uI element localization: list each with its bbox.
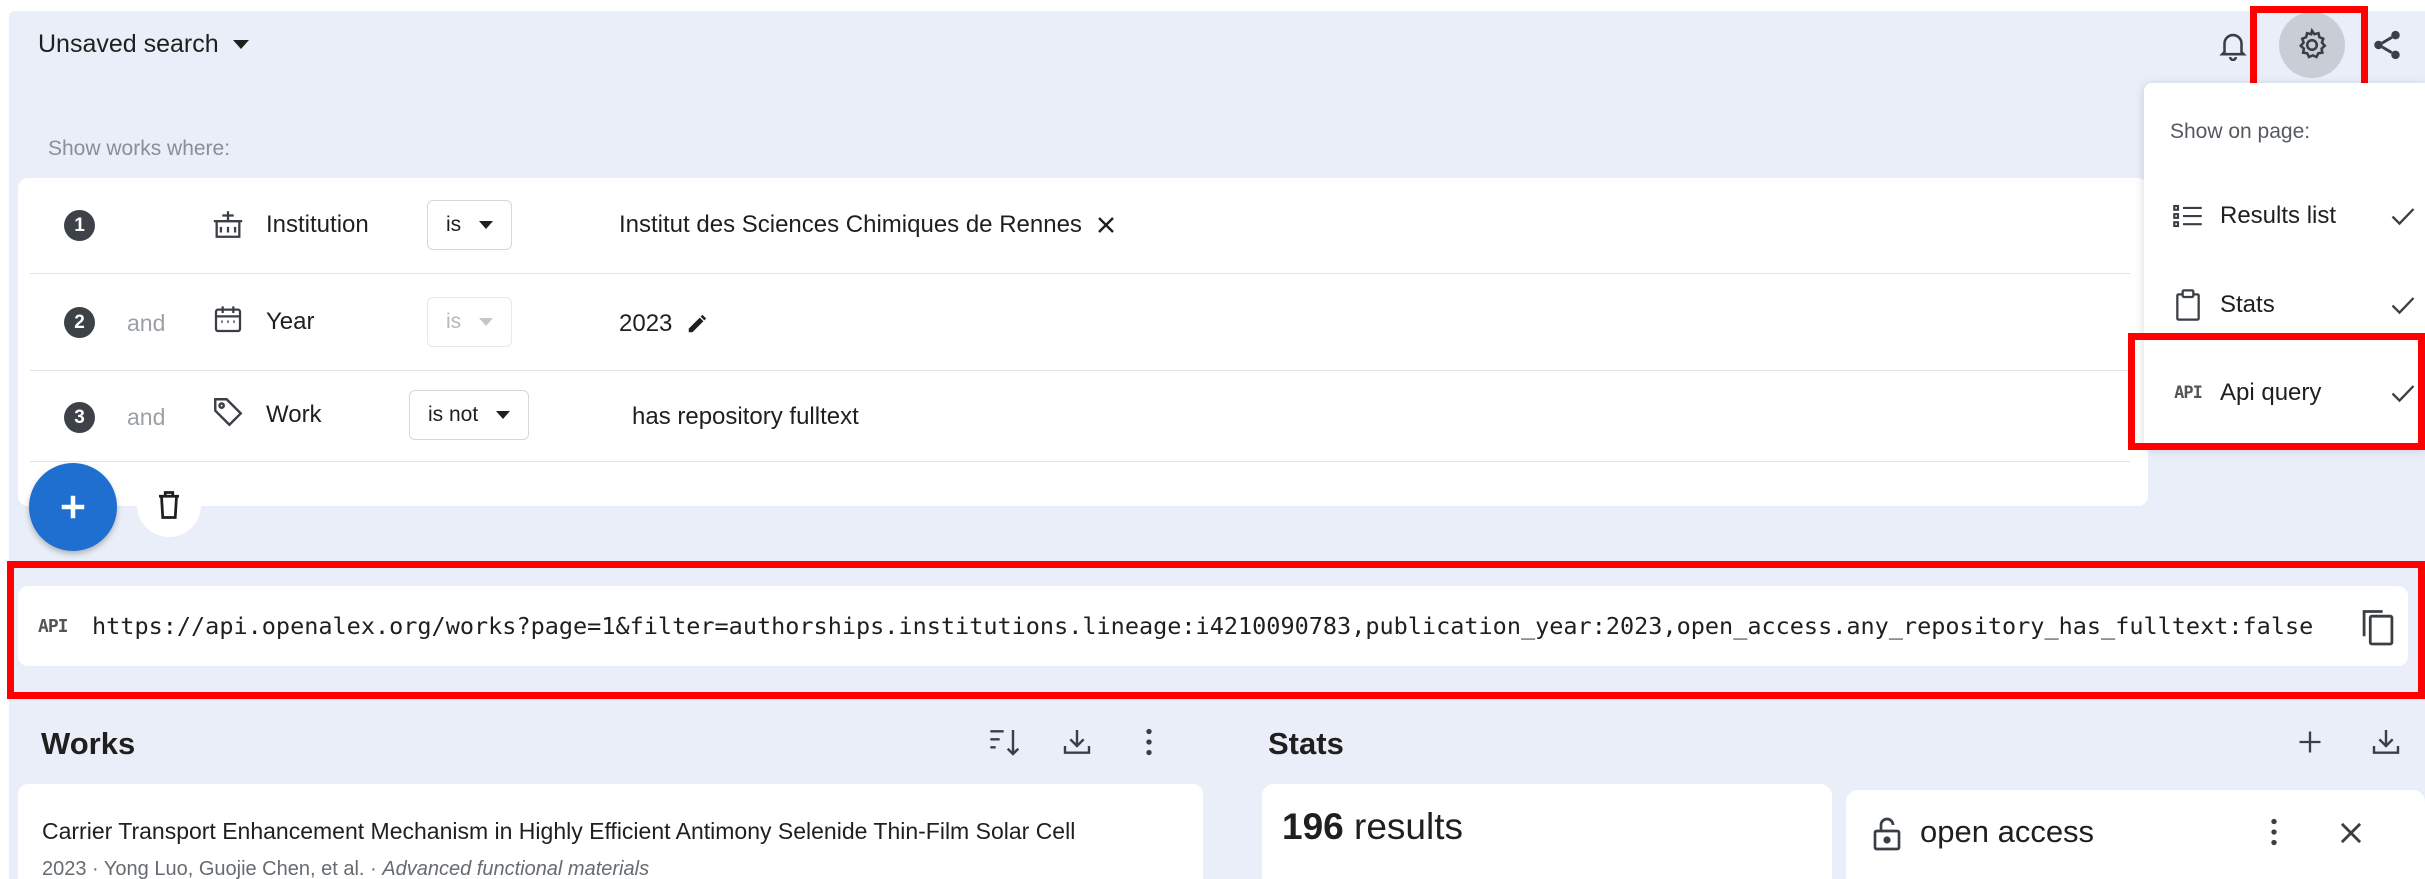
settings-menu: Show on page: Results list Stats API Api… <box>2144 83 2425 448</box>
filter-number: 2 <box>64 307 95 338</box>
add-filter-button[interactable] <box>29 463 117 551</box>
works-title: Works <box>41 726 136 761</box>
plus-icon[interactable] <box>2290 722 2330 762</box>
filter-conjunction: and <box>127 404 166 430</box>
open-access-card: open access <box>1846 790 2425 879</box>
menu-item-results-list[interactable]: Results list <box>2170 186 2425 246</box>
work-journal: Advanced functional materials <box>382 858 650 879</box>
copy-icon[interactable] <box>2361 608 2395 646</box>
chevron-down-icon <box>496 411 511 419</box>
stats-toolbar <box>2290 722 2406 762</box>
settings-menu-heading: Show on page: <box>2170 120 2311 143</box>
lock-open-icon <box>1873 817 1901 851</box>
more-vert-icon[interactable] <box>1129 722 1169 762</box>
results-label: results <box>1343 806 1463 847</box>
menu-item-label: Api query <box>2220 379 2322 406</box>
api-query-bar: API https://api.openalex.org/works?page=… <box>18 586 2408 666</box>
api-icon: API <box>38 615 68 637</box>
operator-value: is <box>446 310 462 333</box>
operator-select: is <box>427 297 513 347</box>
filter-row-3: 3 and Work is not has repository fulltex… <box>30 372 2130 462</box>
delete-filters-button[interactable] <box>137 473 201 537</box>
api-url[interactable]: https://api.openalex.org/works?page=1&fi… <box>92 612 2313 640</box>
close-icon[interactable] <box>1096 215 1116 235</box>
menu-item-api-query[interactable]: API Api query <box>2170 363 2425 423</box>
filter-row-1: 1 Institution is Institut des Sciences C… <box>30 178 2130 274</box>
work-authors: 2023 · Yong Luo, Guojie Chen, et al. · <box>42 858 383 879</box>
filter-number: 1 <box>64 210 95 241</box>
work-title[interactable]: Carrier Transport Enhancement Mechanism … <box>42 818 1075 845</box>
more-vert-icon[interactable] <box>2270 818 2278 846</box>
bell-icon[interactable] <box>2208 20 2258 70</box>
saved-search-selector[interactable]: Unsaved search <box>38 30 249 59</box>
work-meta: 2023 · Yong Luo, Guojie Chen, et al. · A… <box>42 858 649 879</box>
sort-icon[interactable] <box>985 722 1025 762</box>
api-icon: API <box>2174 383 2203 403</box>
chevron-down-icon <box>479 221 494 229</box>
results-number: 196 <box>1282 806 1344 847</box>
filter-value[interactable]: has repository fulltext <box>632 403 859 431</box>
filters-heading: Show works where: <box>48 137 231 160</box>
filter-row-2: 2 and Year is 2023 <box>30 275 2130 371</box>
pencil-icon[interactable] <box>686 313 708 335</box>
menu-item-label: Stats <box>2220 291 2275 318</box>
tag-icon <box>210 394 246 430</box>
operator-value: is <box>446 213 462 236</box>
institution-icon <box>210 206 246 242</box>
filter-value-text: has repository fulltext <box>632 403 859 430</box>
check-icon <box>2391 208 2415 226</box>
stats-title: Stats <box>1268 726 1344 761</box>
search-title: Unsaved search <box>38 30 219 58</box>
list-icon <box>2170 203 2206 229</box>
filter-value[interactable]: Institut des Sciences Chimiques de Renne… <box>619 211 1116 239</box>
gear-icon[interactable] <box>2279 12 2345 78</box>
results-count-card: 196 results <box>1262 784 1832 879</box>
menu-item-stats[interactable]: Stats <box>2170 275 2425 335</box>
works-toolbar <box>985 722 1169 762</box>
check-icon <box>2391 385 2415 403</box>
calendar-icon <box>210 301 246 337</box>
filter-field: Year <box>266 308 315 335</box>
download-icon[interactable] <box>2366 722 2406 762</box>
filter-value-text: Institut des Sciences Chimiques de Renne… <box>619 211 1082 238</box>
plus-icon <box>61 495 85 519</box>
close-icon[interactable] <box>2338 820 2364 846</box>
filter-conjunction: and <box>127 310 166 336</box>
filter-field: Institution <box>266 211 369 238</box>
filter-field: Work <box>266 401 322 428</box>
results-count: 196 results <box>1282 806 1463 848</box>
filter-value-text: 2023 <box>619 310 673 337</box>
operator-select[interactable]: is <box>427 200 513 250</box>
menu-item-label: Results list <box>2220 202 2337 229</box>
filter-number: 3 <box>64 402 95 433</box>
open-access-label: open access <box>1920 814 2095 849</box>
work-result-card[interactable]: Carrier Transport Enhancement Mechanism … <box>18 784 1203 879</box>
filter-value[interactable]: 2023 <box>619 310 708 338</box>
check-icon <box>2391 297 2415 315</box>
clipboard-icon <box>2170 289 2206 321</box>
operator-value: is not <box>428 403 479 426</box>
download-icon[interactable] <box>1057 722 1097 762</box>
operator-select[interactable]: is not <box>409 390 530 440</box>
chevron-down-icon <box>232 40 249 49</box>
trash-icon <box>159 491 179 519</box>
chevron-down-icon <box>479 318 494 326</box>
share-icon[interactable] <box>2362 20 2412 70</box>
